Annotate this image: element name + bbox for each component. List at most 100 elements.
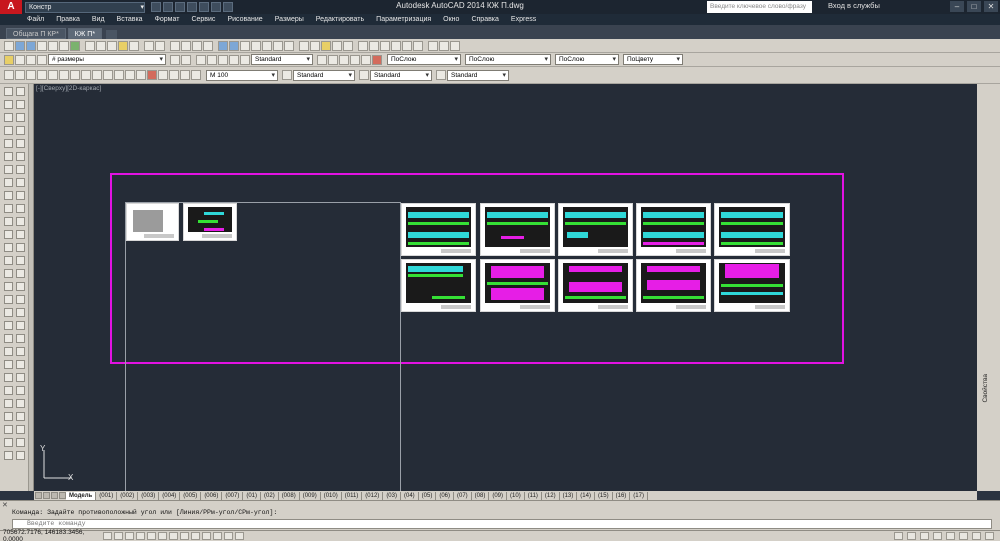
layout-tab[interactable]: (008) <box>279 491 300 500</box>
layer-select[interactable]: # размеры <box>48 54 166 65</box>
3d-print-icon[interactable] <box>70 40 80 51</box>
osnap-icon[interactable] <box>147 532 156 540</box>
drawing-sheet[interactable] <box>401 259 476 312</box>
line-icon[interactable] <box>4 87 13 96</box>
tolerance-icon[interactable] <box>372 54 382 65</box>
dim-angular-icon[interactable] <box>402 40 412 51</box>
dimstyle-select[interactable]: Standard <box>251 54 313 65</box>
otrack-icon[interactable] <box>169 532 178 540</box>
layout-tab[interactable]: (004) <box>159 491 181 500</box>
mleader-style-icon[interactable] <box>436 70 446 80</box>
drawing-sheet[interactable] <box>636 259 711 312</box>
layer-manager-icon[interactable] <box>4 54 14 65</box>
isolate-icon[interactable] <box>972 532 981 540</box>
model-space-icon[interactable] <box>894 532 903 540</box>
lineweight-select[interactable]: ПоСлою <box>555 54 619 65</box>
lineweight-icon[interactable] <box>202 532 211 540</box>
make-block-icon[interactable] <box>4 243 13 252</box>
open-icon[interactable] <box>163 2 173 12</box>
dim-override-icon[interactable] <box>328 54 338 65</box>
drawing-sheet[interactable] <box>480 259 555 312</box>
erase-icon[interactable] <box>16 87 25 96</box>
properties-icon[interactable] <box>218 40 228 51</box>
menu-file[interactable]: Файл <box>27 16 44 23</box>
dtext-icon[interactable] <box>4 334 13 343</box>
stretch-icon[interactable] <box>16 191 25 200</box>
menu-edit[interactable]: Правка <box>56 16 80 23</box>
layout-tab[interactable]: (12) <box>542 491 560 500</box>
layout-tab[interactable]: (03) <box>383 491 401 500</box>
menu-insert[interactable]: Вставка <box>117 16 143 23</box>
doc-tab-active[interactable]: КЖ П* <box>67 28 103 39</box>
doc-tab[interactable]: Общага П КР* <box>6 28 66 39</box>
properties-label[interactable]: Свойства <box>982 374 989 403</box>
block-editor-icon[interactable] <box>129 40 139 51</box>
drawing-sheet[interactable] <box>480 203 555 256</box>
viewport-controls[interactable]: [-][Сверху][2D-каркас] <box>36 85 101 92</box>
field-icon[interactable] <box>16 425 25 434</box>
tablestyle-icon[interactable] <box>229 54 239 65</box>
next-tab-icon[interactable] <box>51 492 58 499</box>
dim-jog-icon[interactable] <box>361 54 371 65</box>
new-icon[interactable] <box>151 2 161 12</box>
jogged-linear-icon[interactable] <box>180 70 190 80</box>
layout-tab[interactable]: (005) <box>180 491 202 500</box>
menu-express[interactable]: Express <box>511 16 536 23</box>
redo-icon[interactable] <box>223 2 233 12</box>
quick-view-icon[interactable] <box>907 532 916 540</box>
dim-angular-icon[interactable] <box>16 360 25 369</box>
dim-linear-icon[interactable] <box>4 347 13 356</box>
wipeout-icon[interactable] <box>16 386 25 395</box>
layout-tab[interactable]: (08) <box>472 491 490 500</box>
center-mark-icon[interactable] <box>158 70 168 80</box>
ucs-icon[interactable] <box>16 412 25 421</box>
zoom-previous-icon[interactable] <box>203 40 213 51</box>
copy-icon[interactable] <box>16 100 25 109</box>
dim-edit-icon[interactable] <box>191 70 201 80</box>
transparency-icon[interactable] <box>213 532 222 540</box>
ellipse-arc-icon[interactable] <box>4 217 13 226</box>
table-icon[interactable] <box>4 308 13 317</box>
attach-icon[interactable] <box>4 438 13 447</box>
help-search-input[interactable]: Введите ключевое слово/фразу <box>707 1 812 13</box>
mleaderstyle-select[interactable]: Standard <box>447 69 509 81</box>
menu-parametric[interactable]: Параметризация <box>376 16 431 23</box>
region-icon[interactable] <box>4 295 13 304</box>
close-icon[interactable]: ✕ <box>984 1 998 12</box>
dimension-update-icon[interactable] <box>317 54 327 65</box>
ducs-icon[interactable] <box>180 532 189 540</box>
revcloud-icon[interactable] <box>4 178 13 187</box>
image-icon[interactable] <box>4 425 13 434</box>
scale-select[interactable]: М 100 <box>206 69 278 81</box>
open-icon[interactable] <box>15 40 25 51</box>
tolerance-icon[interactable] <box>147 70 157 80</box>
scale-icon[interactable] <box>16 178 25 187</box>
trim-icon[interactable] <box>16 204 25 213</box>
redo-icon[interactable] <box>155 40 165 51</box>
dim-aligned-icon[interactable] <box>4 360 13 369</box>
layout-tab[interactable]: (02) <box>261 491 279 500</box>
markup-icon[interactable] <box>262 40 272 51</box>
list-icon[interactable] <box>16 451 25 460</box>
dim-aligned-icon[interactable] <box>380 40 390 51</box>
mtext-icon[interactable] <box>4 321 13 330</box>
spline-icon[interactable] <box>4 191 13 200</box>
layer-iso-icon[interactable] <box>343 40 353 51</box>
match-properties-icon[interactable] <box>118 40 128 51</box>
point-icon[interactable] <box>4 256 13 265</box>
new-tab-button[interactable] <box>106 30 118 39</box>
plotstyle-select[interactable]: ПоЦвету <box>623 54 683 65</box>
annotation-scale-icon[interactable] <box>196 54 206 65</box>
tab-model[interactable]: Модель <box>66 491 97 500</box>
boundary-icon[interactable] <box>4 386 13 395</box>
linetype-select[interactable]: ПоСлою <box>465 54 551 65</box>
table-icon[interactable] <box>428 40 438 51</box>
color-select[interactable]: ПоСлою <box>387 54 461 65</box>
pan-icon[interactable] <box>170 40 180 51</box>
menu-help[interactable]: Справка <box>471 16 498 23</box>
workspace-icon[interactable] <box>299 40 309 51</box>
drawing-sheet[interactable] <box>401 203 476 256</box>
copy-icon[interactable] <box>96 40 106 51</box>
properties-palette-collapsed[interactable]: Свойства <box>977 84 1000 491</box>
layer-state-icon[interactable] <box>321 40 331 51</box>
